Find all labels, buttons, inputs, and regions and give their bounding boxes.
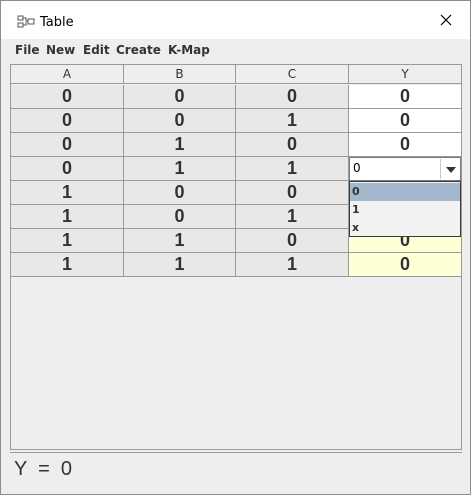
expression-bar: Y = 0 xyxy=(10,452,462,488)
cell-c: 0 xyxy=(236,229,349,253)
cell-b: 1 xyxy=(124,253,236,277)
column-header-c[interactable]: C xyxy=(236,65,349,84)
cell-a: 1 xyxy=(11,181,124,205)
cell-c: 1 xyxy=(236,157,349,181)
dropdown-option[interactable]: x xyxy=(350,219,460,237)
combobox-value: 0 xyxy=(353,161,361,175)
cell-b: 1 xyxy=(124,229,236,253)
close-icon xyxy=(440,13,452,31)
dropdown-option[interactable]: 1 xyxy=(350,201,460,219)
column-header-y[interactable]: Y xyxy=(349,65,461,84)
close-button[interactable] xyxy=(426,7,466,37)
menu-new[interactable]: New xyxy=(46,43,75,57)
output-value-combobox[interactable]: 0 xyxy=(349,157,461,181)
column-header-a[interactable]: A xyxy=(11,65,124,84)
cell-c: 1 xyxy=(236,253,349,277)
cell-y[interactable]: 0 xyxy=(349,85,461,109)
cell-a: 0 xyxy=(11,133,124,157)
combobox-dropdown-button[interactable] xyxy=(440,159,460,179)
cell-b: 0 xyxy=(124,85,236,109)
cell-b: 0 xyxy=(124,109,236,133)
cell-c: 1 xyxy=(236,205,349,229)
column-header-b[interactable]: B xyxy=(124,65,236,84)
cell-y[interactable]: 0 xyxy=(349,109,461,133)
table-row: 0 0 0 0 xyxy=(11,85,461,109)
table-window: Table File New Edit Create K-Map A B C Y… xyxy=(0,0,471,495)
cell-a: 1 xyxy=(11,253,124,277)
truth-table: A B C Y 0 0 0 0 0 0 1 0 0 1 0 0 0 1 1 1 … xyxy=(10,64,462,450)
menu-kmap[interactable]: K-Map xyxy=(168,43,210,57)
title-bar: Table xyxy=(1,1,470,39)
menu-bar: File New Edit Create K-Map xyxy=(1,39,470,63)
cell-b: 1 xyxy=(124,133,236,157)
table-row: 1 1 1 0 xyxy=(11,253,461,277)
cell-a: 0 xyxy=(11,157,124,181)
cell-a: 1 xyxy=(11,205,124,229)
cell-y[interactable]: 0 xyxy=(349,253,461,277)
table-row: 0 1 0 0 xyxy=(11,133,461,157)
cell-c: 1 xyxy=(236,109,349,133)
cell-a: 0 xyxy=(11,85,124,109)
chevron-down-icon xyxy=(445,160,456,178)
cell-a: 0 xyxy=(11,109,124,133)
boolean-expression: Y = 0 xyxy=(14,458,73,480)
dropdown-list: 0 1 x xyxy=(349,181,461,237)
logic-circuit-icon xyxy=(17,15,35,29)
cell-b: 0 xyxy=(124,181,236,205)
dropdown-option[interactable]: 0 xyxy=(350,183,460,201)
cell-y[interactable]: 0 xyxy=(349,133,461,157)
cell-c: 0 xyxy=(236,85,349,109)
cell-b: 1 xyxy=(124,157,236,181)
menu-create[interactable]: Create xyxy=(116,43,161,57)
cell-a: 1 xyxy=(11,229,124,253)
cell-b: 0 xyxy=(124,205,236,229)
menu-edit[interactable]: Edit xyxy=(83,43,110,57)
cell-c: 0 xyxy=(236,133,349,157)
window-title: Table xyxy=(40,15,74,30)
table-header: A B C Y xyxy=(11,65,461,84)
cell-c: 0 xyxy=(236,181,349,205)
table-row: 0 0 1 0 xyxy=(11,109,461,133)
menu-file[interactable]: File xyxy=(15,43,40,57)
